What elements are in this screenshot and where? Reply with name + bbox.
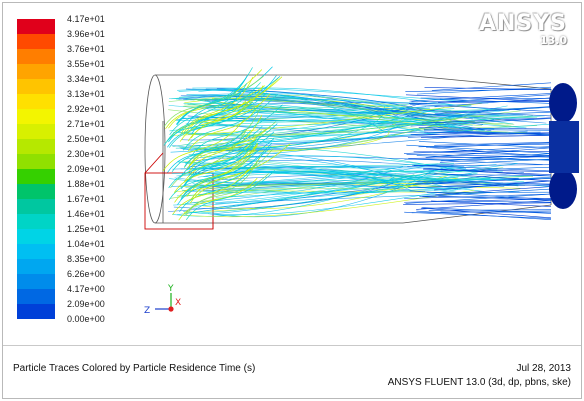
plot-date: Jul 28, 2013 bbox=[516, 363, 572, 374]
plot-title: Particle Traces Colored by Particle Resi… bbox=[13, 363, 256, 374]
axis-label-x: X bbox=[175, 298, 181, 308]
particle-trace bbox=[424, 87, 552, 90]
particle-trace bbox=[403, 146, 552, 154]
outlet-stem bbox=[549, 121, 579, 173]
nozzle-upper bbox=[549, 83, 577, 123]
graphics-window[interactable]: 4.17e+01 3.96e+01 3.76e+01 3.55e+01 3.34e+01… bbox=[2, 2, 582, 399]
axis-label-y: Y bbox=[167, 284, 174, 294]
particle-trace bbox=[434, 106, 552, 114]
particle-trace-render[interactable]: Y Z X bbox=[3, 3, 581, 345]
logo-version: 13.0 bbox=[539, 34, 567, 47]
particle-traces bbox=[162, 66, 552, 221]
graphics-viewport[interactable]: 4.17e+01 3.96e+01 3.76e+01 3.55e+01 3.34e+01… bbox=[3, 3, 581, 345]
axis-triad: Y Z X bbox=[144, 284, 181, 316]
particle-trace bbox=[404, 211, 552, 219]
ansys-logo: ANSYS 13.0 bbox=[479, 11, 571, 47]
solver-info: ANSYS FLUENT 13.0 (3d, dp, pbns, ske) bbox=[387, 377, 571, 388]
axis-label-z: Z bbox=[144, 306, 150, 316]
logo-word: ANSYS bbox=[478, 11, 567, 36]
particle-trace bbox=[434, 97, 552, 108]
outlet-nozzles bbox=[549, 83, 579, 209]
particle-trace bbox=[409, 93, 552, 102]
nozzle-lower bbox=[549, 169, 577, 209]
footer-divider bbox=[3, 345, 581, 346]
